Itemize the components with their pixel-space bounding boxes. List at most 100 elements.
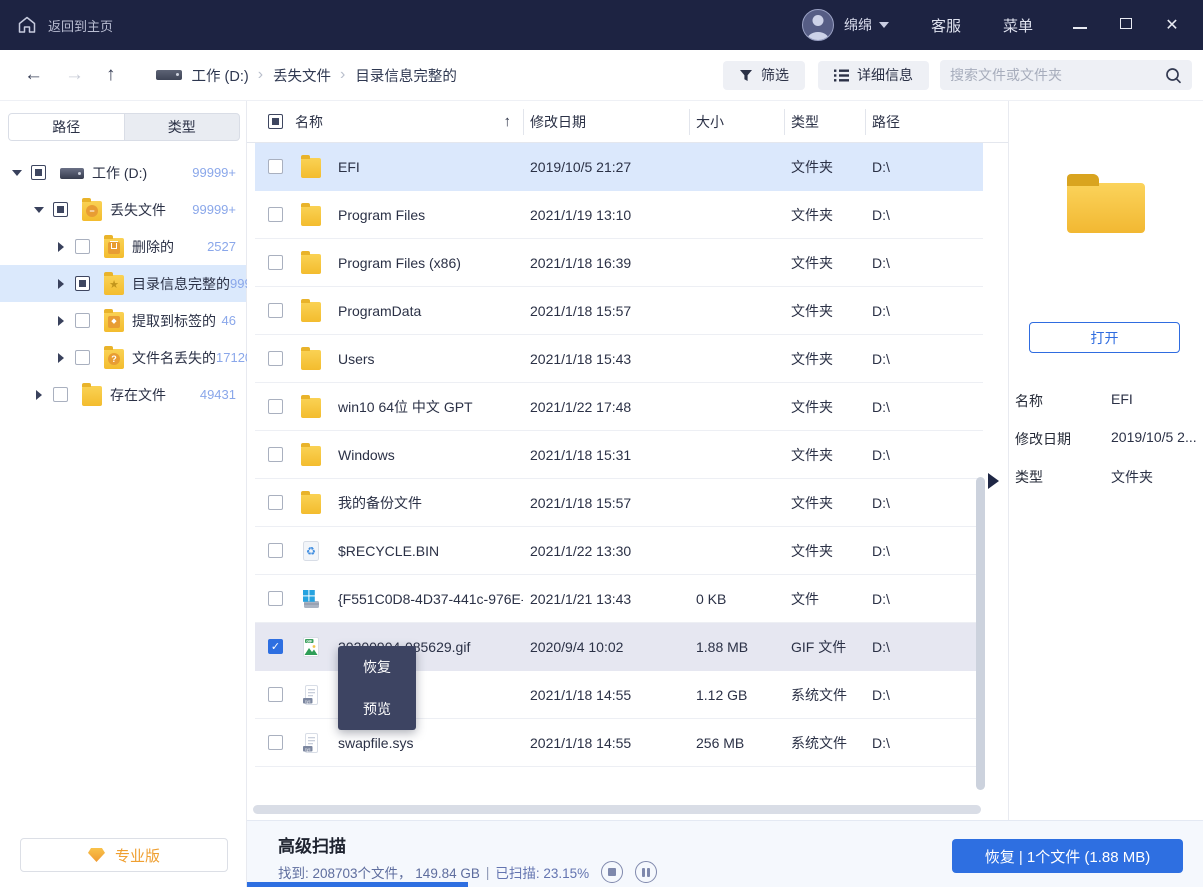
select-all-checkbox[interactable] — [268, 114, 283, 129]
file-name[interactable]: Program Files — [338, 207, 425, 223]
expand-arrow-icon[interactable] — [34, 389, 44, 400]
collapse-arrow-icon[interactable] — [12, 168, 22, 178]
tree-item-checkbox[interactable] — [75, 276, 90, 291]
row-checkbox[interactable] — [268, 207, 283, 222]
cell-type: 文件夹 — [791, 254, 833, 271]
header-date[interactable]: 修改日期 — [523, 101, 689, 142]
menu-button[interactable]: 菜单 — [1003, 15, 1033, 36]
back-arrow-icon[interactable]: ← — [24, 64, 43, 86]
file-name[interactable]: {F551C0D8-4D37-441c-976E-... — [338, 591, 523, 607]
row-checkbox[interactable] — [268, 303, 283, 318]
tree-item-checkbox[interactable] — [31, 165, 46, 180]
tree-item-checkbox[interactable] — [75, 350, 90, 365]
tree-item-checkbox[interactable] — [75, 239, 90, 254]
row-checkbox[interactable] — [268, 399, 283, 414]
file-name[interactable]: Windows — [338, 447, 395, 463]
recover-button[interactable]: 恢复 | 1个文件 (1.88 MB) — [952, 839, 1183, 873]
header-type[interactable]: 类型 — [784, 101, 865, 142]
row-checkbox[interactable]: ✓ — [268, 639, 283, 654]
file-name[interactable]: swapfile.sys — [338, 735, 413, 751]
maximize-button[interactable] — [1103, 16, 1149, 34]
tree-item-checkbox[interactable] — [53, 387, 68, 402]
row-checkbox[interactable] — [268, 543, 283, 558]
expand-arrow-icon[interactable] — [56, 278, 66, 289]
sidebar-item-lost-files[interactable]: − 丢失文件 99999+ — [0, 191, 246, 228]
row-checkbox[interactable] — [268, 687, 283, 702]
table-row[interactable]: 我的备份文件 2021/1/18 15:57 文件夹 D:\ — [255, 479, 983, 527]
tree-item-checkbox[interactable] — [53, 202, 68, 217]
file-name[interactable]: win10 64位 中文 GPT — [338, 397, 473, 417]
sort-ascending-icon[interactable]: ↑ — [504, 113, 512, 130]
table-row[interactable]: {F551C0D8-4D37-441c-976E-... 2021/1/21 13… — [255, 575, 983, 623]
breadcrumb-item-current[interactable]: 目录信息完整的 — [355, 65, 457, 86]
table-row[interactable]: Program Files (x86) 2021/1/18 16:39 文件夹 D:\ — [255, 239, 983, 287]
row-checkbox[interactable] — [268, 591, 283, 606]
table-row[interactable]: win10 64位 中文 GPT 2021/1/22 17:48 文件夹 D:\ — [255, 383, 983, 431]
expand-arrow-icon[interactable] — [56, 352, 66, 363]
search-input[interactable] — [950, 67, 1165, 83]
scan-found-text: 找到: 208703个文件， 149.84 GB — [278, 866, 480, 881]
header-size[interactable]: 大小 — [689, 101, 784, 142]
file-name[interactable]: EFI — [338, 159, 360, 175]
collapse-arrow-icon[interactable] — [34, 205, 44, 215]
table-row[interactable]: EFI 2019/10/5 21:27 文件夹 D:\ — [255, 143, 983, 191]
table-row[interactable]: Windows 2021/1/18 15:31 文件夹 D:\ — [255, 431, 983, 479]
panel-collapse-arrow-icon[interactable] — [988, 473, 999, 489]
cell-path: D:\ — [872, 734, 890, 751]
expand-arrow-icon[interactable] — [56, 241, 66, 252]
details-button[interactable]: 详细信息 — [818, 60, 929, 90]
row-checkbox[interactable] — [268, 735, 283, 750]
cell-type: 系统文件 — [791, 734, 847, 751]
horizontal-scrollbar[interactable] — [253, 805, 981, 814]
file-name[interactable]: Program Files (x86) — [338, 255, 461, 271]
sidebar-item-existing-files[interactable]: 存在文件 49431 — [0, 376, 246, 413]
file-name[interactable]: $RECYCLE.BIN — [338, 543, 439, 559]
pause-scan-button[interactable] — [635, 861, 658, 883]
stop-scan-button[interactable] — [601, 861, 624, 883]
row-checkbox[interactable] — [268, 159, 283, 174]
breadcrumb-item-drive[interactable]: 工作 (D:) — [192, 65, 249, 86]
file-name[interactable]: 我的备份文件 — [338, 493, 422, 513]
chevron-down-icon[interactable] — [878, 22, 889, 28]
row-checkbox[interactable] — [268, 351, 283, 366]
sidebar-item-work-d[interactable]: 工作 (D:) 99999+ — [0, 154, 246, 191]
tab-type[interactable]: 类型 — [125, 114, 240, 140]
row-checkbox[interactable] — [268, 255, 283, 270]
context-menu-item-preview[interactable]: 预览 — [338, 688, 416, 730]
username[interactable]: 绵绵 — [844, 15, 872, 35]
row-checkbox[interactable] — [268, 447, 283, 462]
sidebar-item-filename-lost[interactable]: ? 文件名丢失的 17120 — [0, 339, 252, 376]
search-icon[interactable] — [1165, 67, 1182, 84]
folder-tag-icon: ◆ — [104, 309, 124, 332]
filter-button[interactable]: 筛选 — [723, 60, 805, 90]
minimize-button[interactable] — [1057, 16, 1103, 34]
table-row[interactable]: Program Files 2021/1/19 13:10 文件夹 D:\ — [255, 191, 983, 239]
file-name[interactable]: Users — [338, 351, 375, 367]
support-button[interactable]: 客服 — [931, 15, 961, 36]
file-name[interactable]: ProgramData — [338, 303, 421, 319]
row-checkbox[interactable] — [268, 495, 283, 510]
sidebar-item-dir-info-complete[interactable]: ★目录信息完整的99999+ — [0, 265, 274, 302]
pro-version-button[interactable]: 专业版 — [20, 838, 228, 872]
header-path[interactable]: 路径 — [865, 101, 1008, 142]
header-name[interactable]: 名称 ↑ — [255, 101, 523, 142]
tree-item-checkbox[interactable] — [75, 313, 90, 328]
open-button[interactable]: 打开 — [1029, 322, 1180, 353]
search-box[interactable] — [940, 60, 1192, 90]
table-row[interactable]: Users 2021/1/18 15:43 文件夹 D:\ — [255, 335, 983, 383]
forward-arrow-icon[interactable]: → — [65, 64, 84, 86]
sidebar-item-tag-extracted[interactable]: ◆ 提取到标签的 46 — [0, 302, 246, 339]
expand-arrow-icon[interactable] — [56, 315, 66, 326]
up-arrow-icon[interactable]: ↑ — [106, 64, 116, 86]
vertical-scrollbar[interactable] — [976, 477, 985, 790]
tab-path[interactable]: 路径 — [9, 114, 125, 140]
table-row[interactable]: ProgramData 2021/1/18 15:57 文件夹 D:\ — [255, 287, 983, 335]
folder-icon — [301, 443, 321, 466]
context-menu-item-recover[interactable]: 恢复 — [338, 646, 416, 688]
table-row[interactable]: ♻ $RECYCLE.BIN 2021/1/22 13:30 文件夹 D:\ — [255, 527, 983, 575]
close-button[interactable]: ✕ — [1149, 15, 1195, 35]
back-to-home-button[interactable]: 返回到主页 — [16, 14, 113, 36]
avatar[interactable] — [801, 9, 834, 41]
sidebar-item-deleted[interactable]: 删除的 2527 — [0, 228, 246, 265]
breadcrumb-item-lost-files[interactable]: 丢失文件 — [273, 65, 331, 86]
